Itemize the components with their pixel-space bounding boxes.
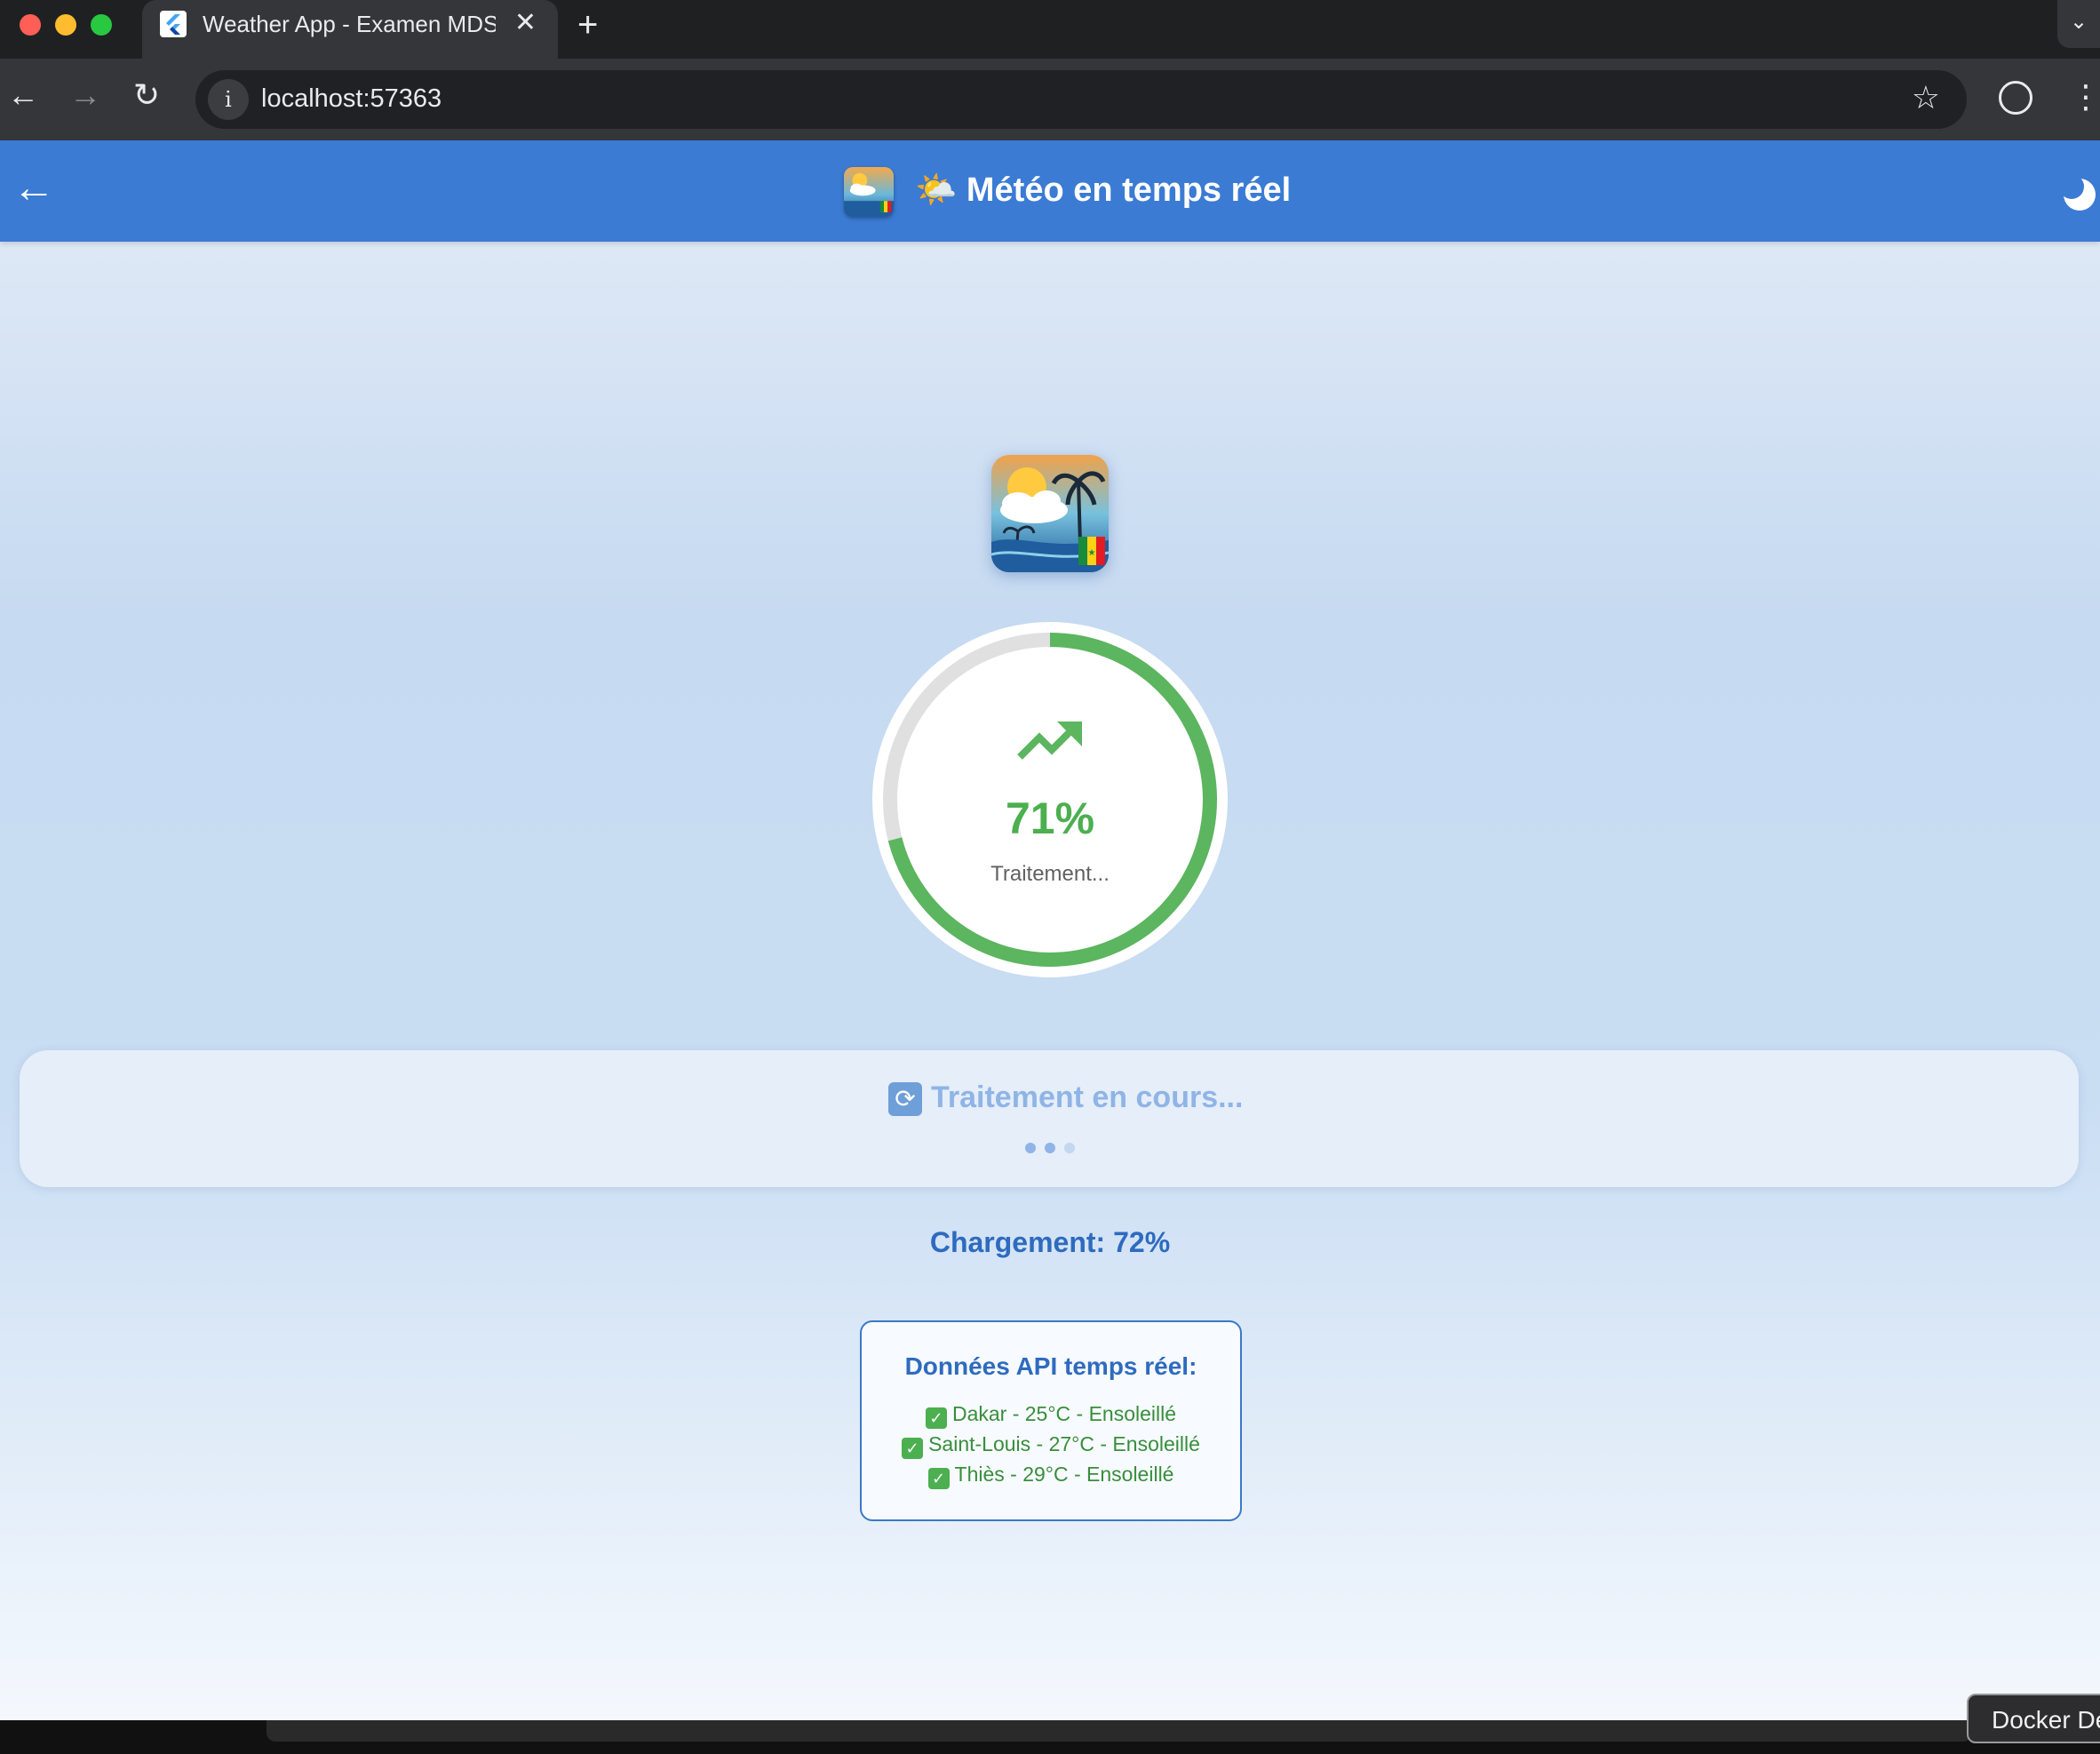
dock-bar (266, 1720, 1972, 1742)
api-item-thies: ✓ Thiès - 29°C - Ensoleillé (862, 1463, 1240, 1489)
check-icon: ✓ (927, 1468, 950, 1489)
tab-title: Weather App - Examen MDSIA (203, 11, 496, 37)
check-icon: ✓ (902, 1438, 924, 1459)
api-item-text: Thiès - 29°C - Ensoleillé (954, 1463, 1174, 1486)
loading-percent-text: Chargement: 72% (929, 1226, 1171, 1258)
address-bar[interactable]: i localhost:57363 ☆ (195, 70, 1967, 129)
tab-search-chevron-icon[interactable]: ⌄ (2057, 0, 2100, 48)
progress-sub-label: Traitement... (990, 862, 1110, 886)
refresh-emoji-icon: ⟳ (888, 1082, 922, 1116)
api-item-text: Dakar - 25°C - Ensoleillé (951, 1402, 1177, 1425)
flutter-favicon-icon (160, 11, 187, 37)
svg-text:★: ★ (1088, 548, 1096, 558)
browser-toolbar: ← → ↻ i localhost:57363 ☆ ⋮ (0, 59, 2100, 140)
reload-icon[interactable]: ↻ (133, 76, 160, 114)
app-title: 🌤️ Météo en temps réel (915, 171, 1292, 209)
api-card-title: Données API temps réel: (904, 1352, 1197, 1380)
api-item-saint-louis: ✓ Saint-Louis - 27°C - Ensoleillé (862, 1432, 1240, 1459)
site-info-icon[interactable]: i (208, 79, 249, 120)
dock-tooltip: Docker Desktop (1967, 1694, 2100, 1743)
api-item-dakar: ✓ Dakar - 25°C - Ensoleillé (862, 1402, 1240, 1429)
bookmark-star-icon[interactable]: ☆ (1912, 79, 1940, 116)
maximize-window-button[interactable] (91, 14, 112, 36)
profile-icon[interactable] (1999, 81, 2032, 115)
tab-close-icon[interactable]: ✕ (514, 7, 537, 38)
progress-percent: 71% (1005, 793, 1095, 843)
status-text: Traitement en cours... (931, 1080, 1244, 1114)
app-bar: ← 🌤️ Météo en temps réel (0, 140, 2100, 242)
loading-dot (1045, 1143, 1055, 1153)
app-logo-small-icon (844, 167, 894, 217)
forward-icon[interactable]: → (69, 76, 101, 114)
app-logo-icon: ★ (991, 455, 1109, 572)
loading-dot (1025, 1143, 1036, 1153)
minimize-window-button[interactable] (55, 14, 76, 36)
close-window-button[interactable] (20, 14, 41, 36)
browser-tab-bar: Weather App - Examen MDSIA ✕ + ⌄ (0, 0, 2100, 59)
loading-dot (1064, 1143, 1075, 1153)
status-card: ⟳ Traitement en cours... (20, 1050, 2079, 1187)
app-back-icon[interactable]: ← (12, 163, 55, 212)
dark-mode-toggle-icon[interactable] (2059, 174, 2100, 215)
browser-menu-icon[interactable]: ⋮ (2070, 78, 2100, 116)
api-data-card: Données API temps réel: ✓ Dakar - 25°C - … (860, 1320, 1242, 1521)
app-page: ← 🌤️ Météo en temps réel ★ 71% Traitemen… (0, 140, 2100, 1720)
new-tab-icon[interactable]: + (577, 5, 598, 45)
macos-dock (0, 1720, 2100, 1754)
check-icon: ✓ (925, 1407, 947, 1429)
back-icon[interactable]: ← (7, 76, 39, 114)
browser-tab[interactable]: Weather App - Examen MDSIA ✕ (142, 0, 558, 59)
api-item-text: Saint-Louis - 27°C - Ensoleillé (928, 1432, 1200, 1455)
trending-up-icon (1017, 722, 1082, 760)
url-text: localhost:57363 (261, 84, 442, 113)
